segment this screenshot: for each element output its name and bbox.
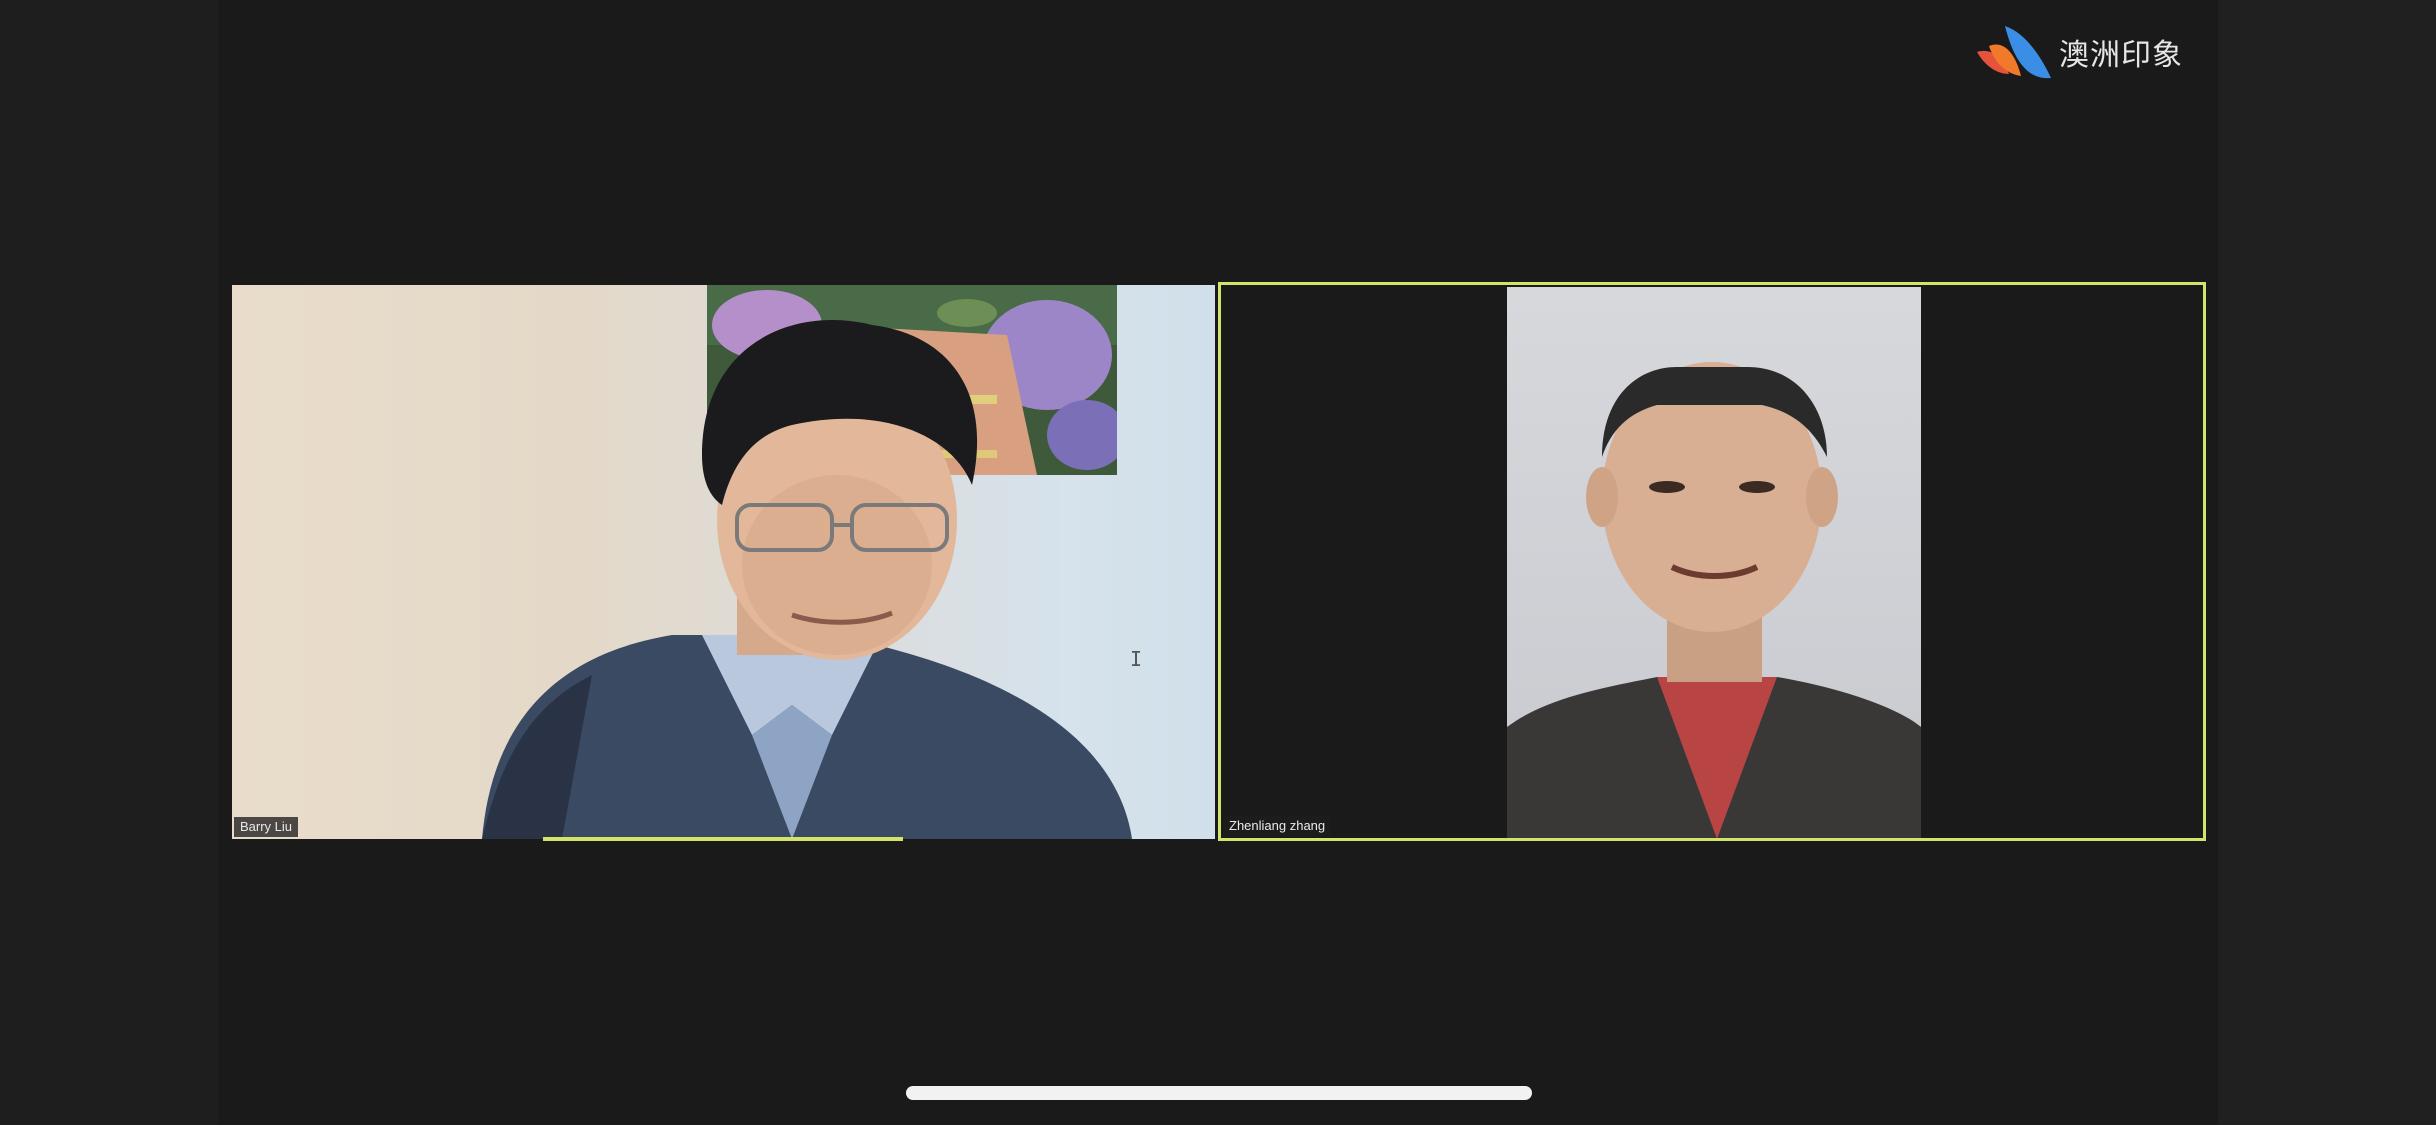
- audio-level-indicator: [543, 837, 903, 841]
- participant-video-feed-zhenliang: [1507, 287, 1921, 838]
- participant-video-tile-barry[interactable]: I Barry Liu: [232, 285, 1215, 839]
- text-cursor-icon: I: [1130, 647, 1143, 671]
- meeting-screen: 澳洲印象 I Barry Liu Zhenliang zhang: [0, 0, 2436, 1125]
- brand-logo-text: 澳洲印象: [2059, 38, 2183, 73]
- right-safe-area: [2218, 0, 2436, 1125]
- participant-name-barry: Barry Liu: [234, 817, 299, 837]
- participant-person-barry: [482, 320, 1132, 839]
- home-indicator[interactable]: [906, 1086, 1532, 1100]
- participant-name-zhenliang: Zhenliang zhang: [1223, 816, 1332, 836]
- brand-logo: 澳洲印象: [1975, 22, 2183, 82]
- brand-swoosh-icon: [1977, 26, 2051, 79]
- participant-person-zhenliang: [1507, 362, 1921, 838]
- left-safe-area: [0, 0, 218, 1125]
- participant-video-tile-zhenliang[interactable]: Zhenliang zhang: [1218, 282, 2206, 841]
